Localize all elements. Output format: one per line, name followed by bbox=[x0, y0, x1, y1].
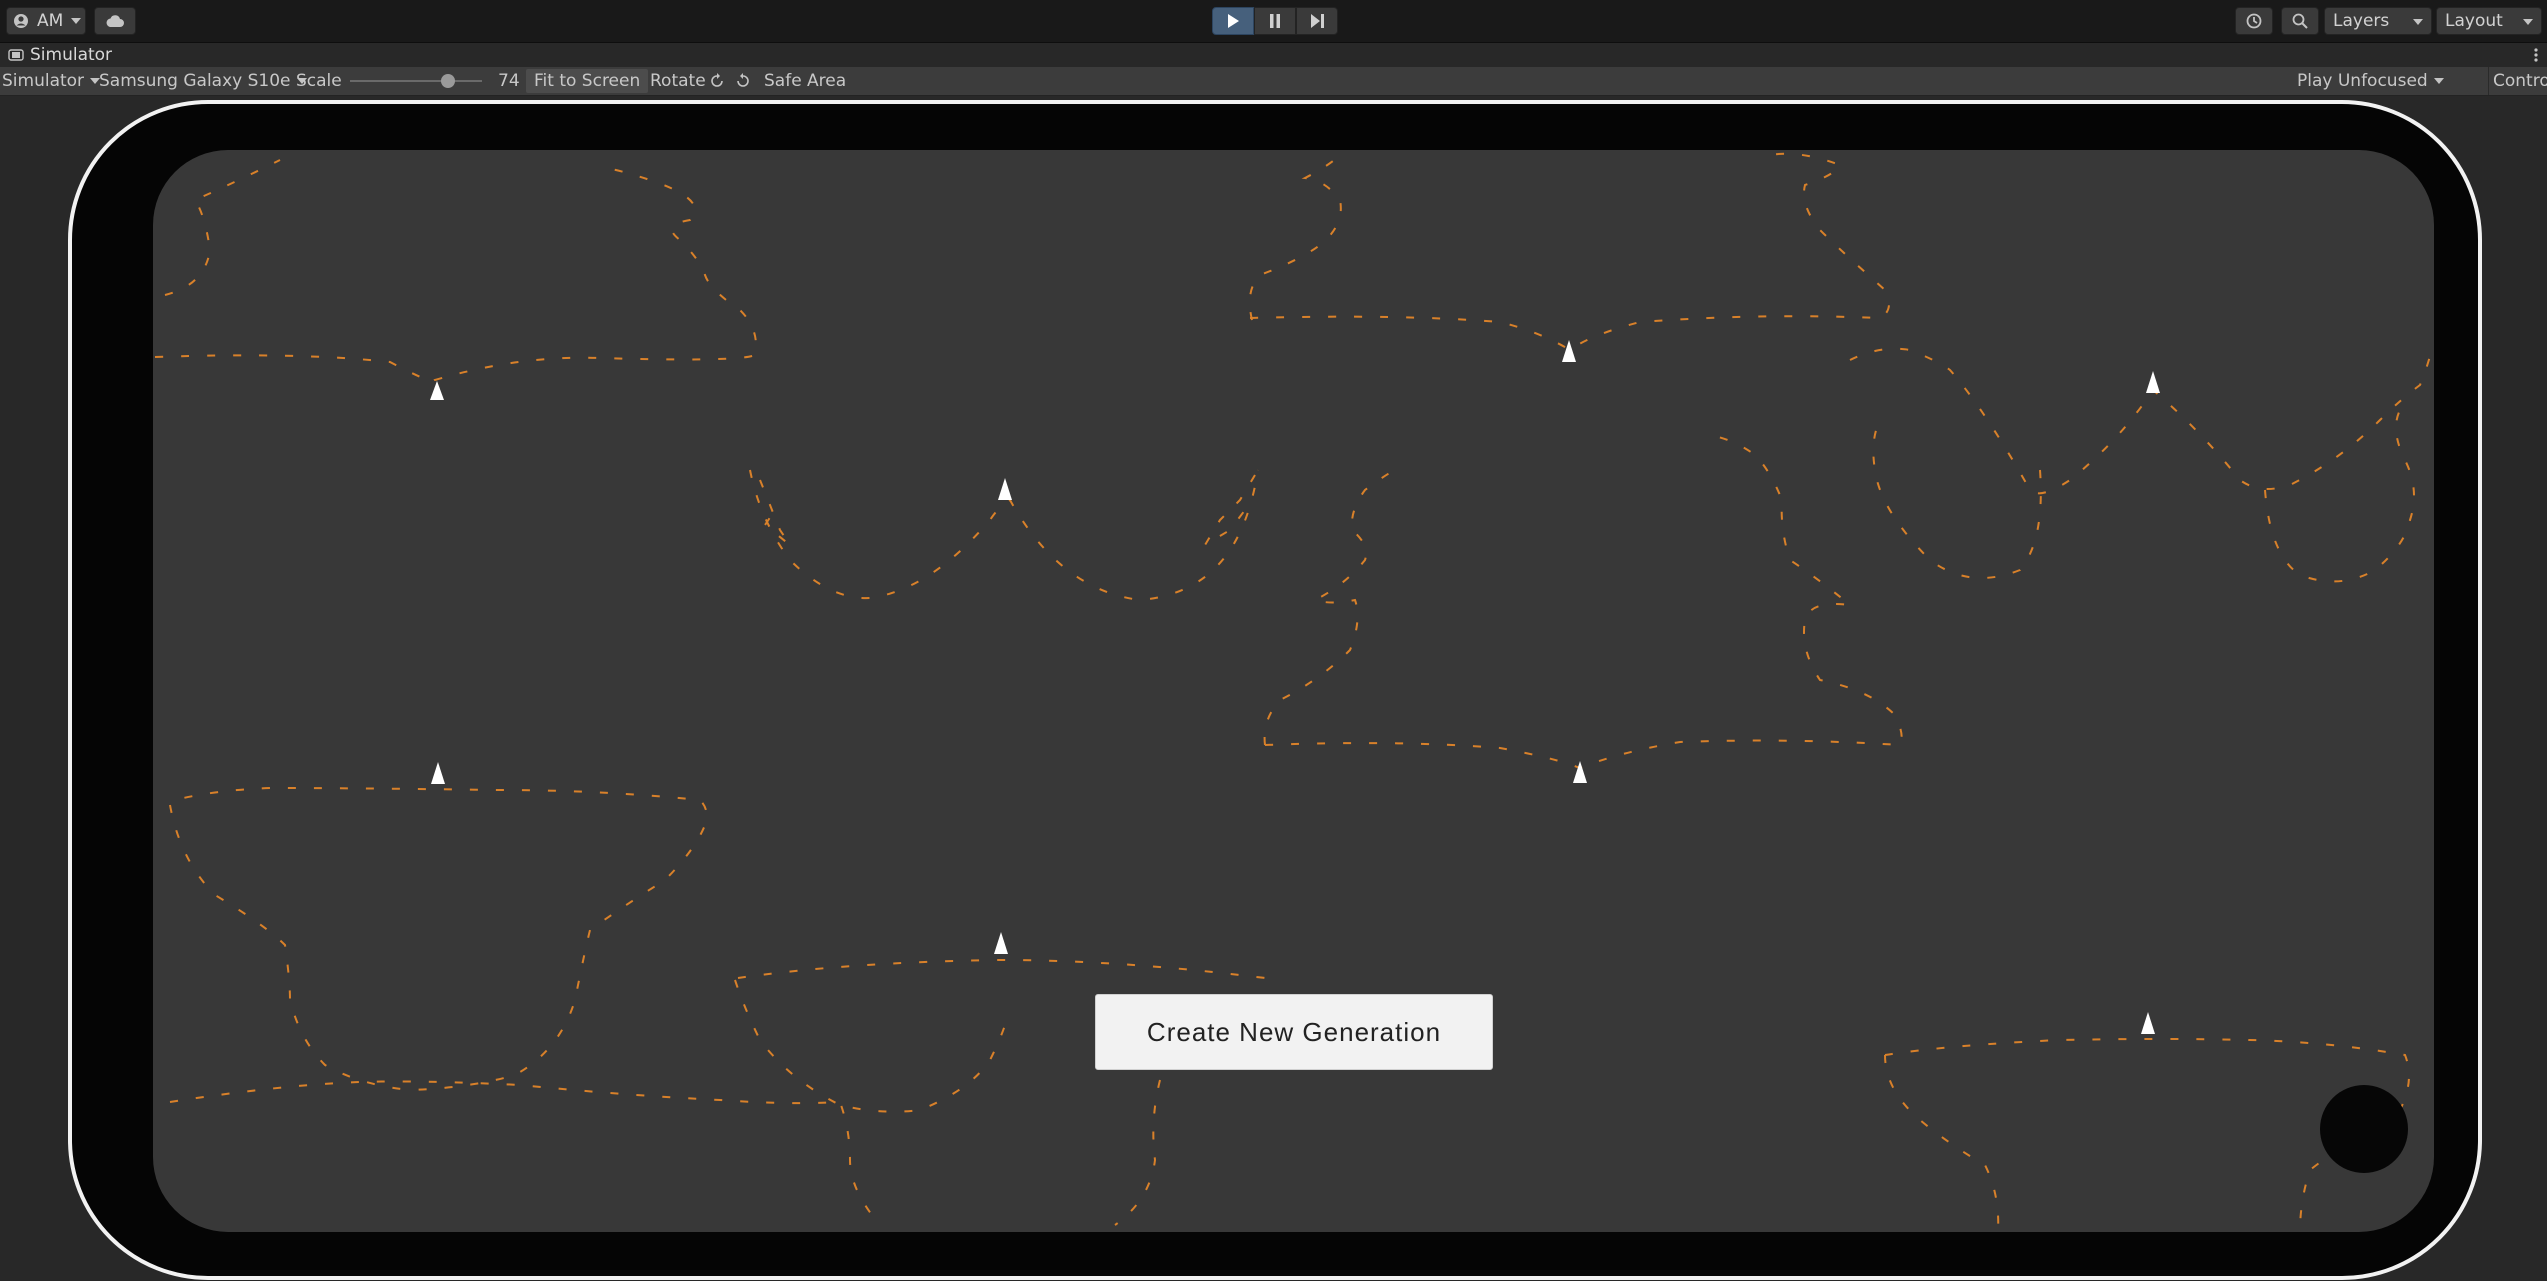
agent-marker bbox=[1562, 340, 1576, 362]
safe-area-toggle[interactable]: Safe Area bbox=[764, 67, 846, 95]
trail-path bbox=[1884, 1054, 2000, 1232]
trail-path bbox=[1249, 152, 1890, 352]
window-tab-bar: Simulator bbox=[0, 43, 2547, 67]
trail-path bbox=[1849, 342, 2434, 495]
cloud-icon bbox=[106, 15, 124, 27]
tab-simulator-label: Simulator bbox=[30, 45, 113, 65]
scale-slider-thumb[interactable] bbox=[440, 74, 455, 88]
agent-marker bbox=[998, 478, 1012, 500]
layout-dropdown[interactable]: Layout bbox=[2436, 7, 2542, 35]
trail-path bbox=[169, 786, 708, 1092]
step-button[interactable] bbox=[1296, 7, 1338, 35]
history-icon bbox=[2246, 13, 2262, 29]
trail-path bbox=[1248, 154, 1342, 321]
chevron-down-icon bbox=[2413, 19, 2423, 25]
agent-marker bbox=[994, 932, 1008, 954]
mode-label: Simulator bbox=[2, 71, 85, 91]
rotate-label: Rotate bbox=[650, 71, 706, 91]
account-dropdown[interactable]: AM bbox=[6, 7, 86, 35]
mode-dropdown[interactable]: Simulator bbox=[2, 67, 101, 95]
chevron-down-icon bbox=[71, 18, 82, 24]
device-dropdown[interactable]: Samsung Galaxy S10e bbox=[99, 67, 307, 95]
rotate-left-icon bbox=[711, 73, 723, 87]
rotate-right-button[interactable] bbox=[734, 67, 752, 95]
rotate-right-icon bbox=[737, 73, 749, 87]
chevron-down-icon bbox=[2433, 78, 2444, 84]
trail-path bbox=[2264, 409, 2415, 583]
trail-path bbox=[1264, 434, 1903, 770]
control-panel-label: Control Panel bbox=[2493, 71, 2547, 91]
pause-button[interactable] bbox=[1254, 7, 1296, 35]
trail-path bbox=[164, 159, 281, 296]
agent-marker bbox=[2146, 371, 2160, 393]
scale-label: Scale bbox=[296, 71, 342, 91]
trail-path bbox=[1204, 474, 1256, 546]
search-button[interactable] bbox=[2281, 7, 2319, 35]
trail-path bbox=[1872, 419, 2042, 579]
safe-area-label: Safe Area bbox=[764, 71, 847, 91]
trail-path bbox=[154, 167, 757, 383]
trail-path bbox=[737, 958, 1266, 979]
scale-slider[interactable] bbox=[350, 74, 482, 88]
step-icon bbox=[1311, 14, 1324, 28]
trail-path bbox=[1263, 469, 1396, 746]
play-button[interactable] bbox=[1212, 7, 1254, 35]
main-toolbar: AM Layers Layout bbox=[0, 0, 2547, 43]
play-controls bbox=[1212, 7, 1338, 35]
trail-path bbox=[1114, 1079, 1161, 1226]
trail-path bbox=[759, 479, 791, 546]
trail-path bbox=[734, 979, 1006, 1113]
agent-marker bbox=[2141, 1012, 2155, 1034]
search-icon bbox=[2292, 13, 2308, 29]
control-panel-button[interactable]: Control Panel bbox=[2488, 67, 2547, 95]
agent-marker bbox=[431, 762, 445, 784]
pause-icon bbox=[1270, 14, 1280, 28]
chevron-down-icon bbox=[2523, 19, 2533, 25]
create-new-generation-label: Create New Generation bbox=[1146, 1016, 1442, 1047]
trail-paths bbox=[154, 152, 2434, 1232]
play-mode-label: Play Unfocused bbox=[2297, 71, 2428, 91]
virtual-joystick[interactable] bbox=[2320, 1085, 2408, 1173]
agents bbox=[430, 340, 2160, 1034]
agent-marker bbox=[430, 381, 444, 400]
simulator-icon bbox=[8, 49, 24, 61]
rotate-left-button[interactable] bbox=[708, 67, 726, 95]
play-mode-dropdown[interactable]: Play Unfocused bbox=[2297, 67, 2444, 95]
fit-to-screen-label: Fit to Screen bbox=[534, 71, 641, 91]
more-options-icon[interactable] bbox=[2533, 45, 2539, 65]
fit-to-screen-button[interactable]: Fit to Screen bbox=[526, 69, 649, 93]
layers-label: Layers bbox=[2333, 11, 2390, 31]
account-label: AM bbox=[37, 11, 64, 31]
device-label: Samsung Galaxy S10e bbox=[99, 71, 291, 91]
cloud-button[interactable] bbox=[94, 7, 136, 35]
create-new-generation-button[interactable]: Create New Generation bbox=[1095, 994, 1493, 1070]
play-icon bbox=[1228, 14, 1239, 28]
layout-label: Layout bbox=[2445, 11, 2503, 31]
simulator-toolbar: Simulator Samsung Galaxy S10e Scale 74 F… bbox=[0, 67, 2547, 96]
layers-dropdown[interactable]: Layers bbox=[2324, 7, 2432, 35]
history-button[interactable] bbox=[2235, 7, 2273, 35]
scale-value: 74 bbox=[498, 71, 520, 91]
tab-simulator[interactable]: Simulator bbox=[8, 43, 112, 67]
account-icon bbox=[14, 14, 28, 28]
trail-path bbox=[169, 1080, 881, 1226]
agent-marker bbox=[1573, 761, 1587, 783]
